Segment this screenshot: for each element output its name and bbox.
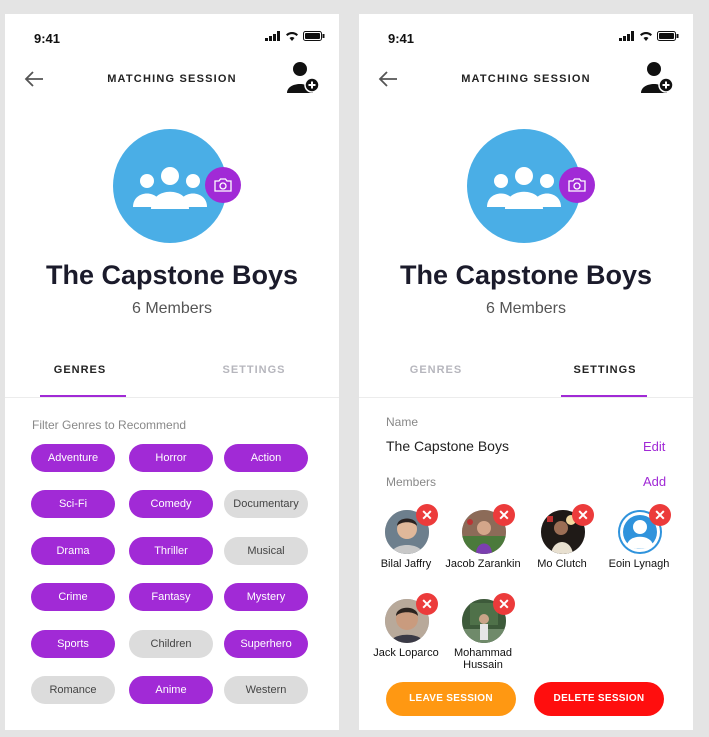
member-count: 6 Members — [485, 300, 567, 317]
status-time: 9:41 — [388, 31, 415, 46]
signal-icon — [265, 31, 280, 41]
genre-chip-documentary[interactable]: Documentary — [224, 490, 308, 518]
genre-chip-comedy[interactable]: Comedy — [129, 490, 213, 518]
member-item: ✕ Jacob Zarankin — [442, 504, 524, 590]
genre-chip-sci-fi[interactable]: Sci-Fi — [31, 490, 115, 518]
member-item: ✕ Mohammad Hussain — [442, 593, 524, 679]
tab-settings[interactable]: SETTINGS — [213, 364, 295, 376]
genre-chip-musical[interactable]: Musical — [224, 537, 308, 565]
member-name: Eoin Lynagh — [608, 558, 670, 570]
session-name-value: The Capstone Boys — [386, 438, 509, 454]
genre-chip-children[interactable]: Children — [129, 630, 213, 658]
filter-genres-label: Filter Genres to Recommend — [32, 418, 187, 432]
tab-genres[interactable]: GENRES — [396, 364, 476, 376]
phone-screen-settings: 9:41 MATCHING SESSION The Capstone Boys … — [359, 14, 693, 730]
status-time: 9:41 — [34, 31, 61, 46]
remove-member-button[interactable]: ✕ — [416, 504, 438, 526]
genre-chip-romance[interactable]: Romance — [31, 676, 115, 704]
camera-button[interactable] — [205, 167, 241, 203]
tab-settings[interactable]: SETTINGS — [564, 364, 646, 376]
members-label: Members — [386, 475, 437, 489]
genre-chip-mystery[interactable]: Mystery — [224, 583, 308, 611]
leave-session-button[interactable]: LEAVE SESSION — [386, 682, 516, 716]
genre-chip-crime[interactable]: Crime — [31, 583, 115, 611]
camera-icon — [214, 178, 232, 192]
camera-icon — [568, 178, 586, 192]
status-icons — [265, 31, 325, 41]
member-name: Mohammad Hussain — [453, 647, 513, 671]
remove-member-button[interactable]: ✕ — [493, 593, 515, 615]
remove-member-button[interactable]: ✕ — [649, 504, 671, 526]
delete-session-button[interactable]: DELETE SESSION — [534, 682, 664, 716]
add-user-icon[interactable] — [639, 60, 675, 96]
tab-divider — [359, 397, 693, 398]
add-user-icon[interactable] — [285, 60, 321, 96]
remove-member-button[interactable]: ✕ — [416, 593, 438, 615]
tab-divider — [5, 397, 339, 398]
genre-chip-fantasy[interactable]: Fantasy — [129, 583, 213, 611]
genre-chip-superhero[interactable]: Superhero — [224, 630, 308, 658]
camera-button[interactable] — [559, 167, 595, 203]
group-name: The Capstone Boys — [399, 260, 653, 290]
phone-screen-genres: 9:41 MATCHING SESSION The Capstone Boys … — [5, 14, 339, 730]
battery-icon — [657, 31, 679, 41]
group-name: The Capstone Boys — [45, 260, 299, 290]
genre-chip-action[interactable]: Action — [224, 444, 308, 472]
battery-icon — [303, 31, 325, 41]
edit-name-link[interactable]: Edit — [643, 439, 665, 454]
genre-chip-thriller[interactable]: Thriller — [129, 537, 213, 565]
wifi-icon — [640, 32, 652, 41]
genre-chip-western[interactable]: Western — [224, 676, 308, 704]
signal-icon — [619, 31, 634, 41]
genre-chip-drama[interactable]: Drama — [31, 537, 115, 565]
status-icons — [619, 31, 679, 41]
genre-chip-sports[interactable]: Sports — [31, 630, 115, 658]
wifi-icon — [286, 32, 298, 41]
name-label: Name — [386, 415, 419, 429]
genre-chip-anime[interactable]: Anime — [129, 676, 213, 704]
remove-member-button[interactable]: ✕ — [572, 504, 594, 526]
tab-genres[interactable]: GENRES — [40, 364, 120, 376]
member-item: ✕ Mo Clutch — [521, 504, 603, 590]
genre-chip-horror[interactable]: Horror — [129, 444, 213, 472]
genre-chip-adventure[interactable]: Adventure — [31, 444, 115, 472]
member-count: 6 Members — [131, 300, 213, 317]
add-member-link[interactable]: Add — [643, 474, 666, 489]
member-item: ✕ Eoin Lynagh — [598, 504, 680, 590]
member-item: ✕ Bilal Jaffry — [365, 504, 447, 590]
remove-member-button[interactable]: ✕ — [493, 504, 515, 526]
